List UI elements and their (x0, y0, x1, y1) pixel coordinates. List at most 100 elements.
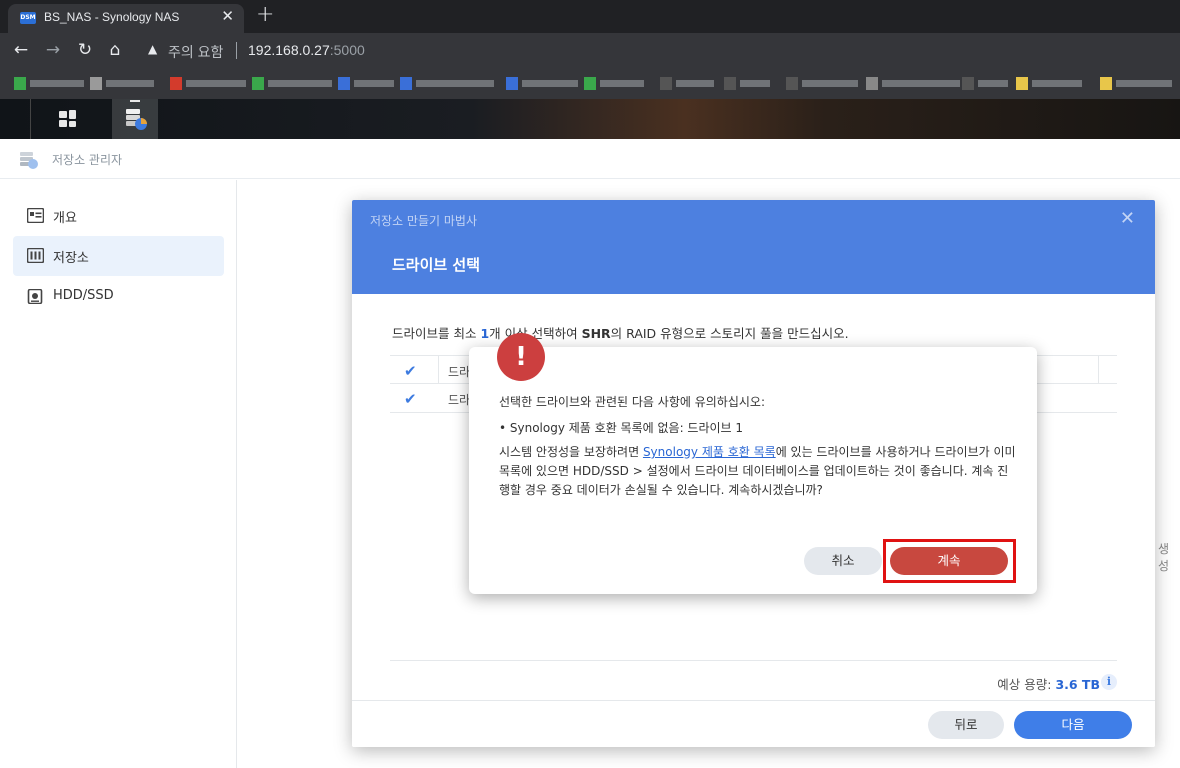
bookmark-icon (1016, 77, 1028, 90)
overview-icon (27, 208, 44, 223)
wizard-description: 드라이브를 최소 1개 이상 선택하여 SHR의 RAID 유형으로 스토리지 … (392, 323, 849, 342)
bookmark-icon (962, 77, 974, 90)
url-port: :5000 (329, 42, 365, 58)
address-bar[interactable]: ▲ 주의 요함 192.168.0.27:5000 (136, 37, 1176, 65)
capacity-label: 예상 용량: (997, 677, 1052, 692)
storage-manager-taskbar-button[interactable] (112, 99, 158, 139)
bookmark-label-blurred (106, 80, 154, 87)
bookmark-label-blurred (1116, 80, 1172, 87)
exclamation-icon: ! (497, 333, 545, 381)
bookmark-icon (252, 77, 264, 90)
url-text[interactable]: 192.168.0.27:5000 (248, 42, 365, 58)
bookmark-label-blurred (522, 80, 578, 87)
cancel-button[interactable]: 취소 (804, 547, 882, 575)
sidebar: 개요 저장소 HDD/SSD (0, 180, 237, 768)
wizard-step-title: 드라이브 선택 (392, 256, 481, 274)
browser-tab[interactable]: DSM BS_NAS - Synology NAS ✕ (8, 4, 244, 33)
tab-close-icon[interactable]: ✕ (221, 7, 234, 25)
bookmark-icon (400, 77, 412, 90)
bookmark-icon (584, 77, 596, 90)
warning-triangle-icon[interactable]: ▲ (148, 42, 157, 56)
url-host: 192.168.0.27 (248, 42, 330, 58)
dsm-taskbar (0, 99, 1180, 139)
bookmark-label-blurred (30, 80, 84, 87)
alert-body-prefix: 시스템 안정성을 보장하려면 (499, 445, 643, 459)
bookmark-icon (786, 77, 798, 90)
desc-prefix: 드라이브를 최소 (392, 326, 481, 341)
compatibility-list-link[interactable]: Synology 제품 호환 목록 (643, 445, 776, 459)
main-menu-button[interactable] (46, 99, 92, 139)
drive-checkbox[interactable]: ✔ (404, 390, 417, 408)
home-icon[interactable]: ⌂ (104, 39, 126, 61)
bookmark-label-blurred (882, 80, 960, 87)
bookmark-label-blurred (1032, 80, 1082, 87)
browser-tab-bar: DSM BS_NAS - Synology NAS ✕ + (0, 0, 1180, 33)
close-icon[interactable]: ✕ (1120, 208, 1135, 229)
forward-arrow-icon[interactable]: → (42, 39, 64, 61)
select-all-checkbox[interactable]: ✔ (404, 362, 417, 380)
alert-title: 선택한 드라이브와 관련된 다음 사항에 유의하십시오: (499, 395, 765, 409)
bookmark-icon (90, 77, 102, 90)
bookmark-icon (724, 77, 736, 90)
bookmark-label-blurred (740, 80, 770, 87)
bookmark-icon (1100, 77, 1112, 90)
bookmark-label-blurred (268, 80, 332, 87)
tab-title: BS_NAS - Synology NAS (44, 10, 180, 24)
column-divider (1098, 356, 1099, 384)
back-arrow-icon[interactable]: ← (10, 39, 32, 61)
security-warning-text[interactable]: 주의 요함 (168, 42, 223, 62)
bookmark-icon (660, 77, 672, 90)
desc-count: 1 (480, 326, 490, 341)
table-cell: 드라 (448, 393, 471, 407)
browser-toolbar: ← → ↻ ⌂ ▲ 주의 요함 192.168.0.27:5000 (0, 33, 1180, 69)
back-button[interactable]: 뒤로 (928, 711, 1004, 739)
column-divider (438, 356, 439, 384)
bookmark-label-blurred (416, 80, 494, 87)
wizard-app-title: 저장소 만들기 마법사 (370, 214, 477, 228)
next-button[interactable]: 다음 (1014, 711, 1132, 739)
sidebar-item-label: 개요 (53, 211, 77, 226)
bookmark-label-blurred (978, 80, 1008, 87)
bookmark-icon (338, 77, 350, 90)
sidebar-item-hdd-ssd[interactable]: HDD/SSD (13, 277, 224, 317)
info-icon[interactable]: i (1101, 674, 1117, 690)
new-tab-icon[interactable]: + (256, 2, 274, 27)
taskbar-divider (30, 99, 31, 139)
wizard-footer: 뒤로 다음 (352, 700, 1155, 747)
divider (390, 660, 1117, 661)
bookmark-label-blurred (354, 80, 394, 87)
alert-bullet: • Synology 제품 호환 목록에 없음: 드라이브 1 (499, 421, 744, 435)
desc-suffix: 의 RAID 유형으로 스토리지 풀을 만드십시오. (610, 326, 849, 341)
bookmark-label-blurred (186, 80, 246, 87)
reload-icon[interactable]: ↻ (74, 39, 96, 61)
app-title-bar: 저장소 관리자 (0, 139, 1180, 179)
capacity-value: 3.6 TB (1055, 677, 1100, 692)
bookmark-icon (866, 77, 878, 90)
bookmark-icon (14, 77, 26, 90)
hdd-icon (27, 289, 43, 304)
app-title: 저장소 관리자 (52, 153, 123, 167)
sidebar-item-label: 저장소 (53, 251, 89, 266)
dsm-favicon-icon: DSM (20, 12, 36, 24)
sidebar-item-label: HDD/SSD (53, 288, 114, 303)
storage-manager-icon (126, 100, 147, 130)
sidebar-item-storage[interactable]: 저장소 (13, 236, 224, 276)
bookmark-label-blurred (600, 80, 644, 87)
continue-button[interactable]: 계속 (890, 547, 1008, 575)
bookmark-label-blurred (802, 80, 858, 87)
table-header-cell: 드라 (448, 365, 471, 379)
warning-dialog: ! 선택한 드라이브와 관련된 다음 사항에 유의하십시오: • Synolog… (469, 333, 1037, 594)
alert-body: 시스템 안정성을 보장하려면 Synology 제품 호환 목록에 있는 드라이… (499, 443, 1017, 500)
bookmarks-bar (0, 69, 1180, 99)
storage-icon (27, 248, 44, 263)
storage-manager-icon (20, 152, 38, 169)
wizard-header: 저장소 만들기 마법사 ✕ 드라이브 선택 (352, 200, 1155, 294)
address-separator (236, 42, 237, 59)
estimated-capacity: 예상 용량: 3.6 TB (997, 674, 1100, 693)
main-menu-icon (59, 110, 76, 127)
sidebar-item-overview[interactable]: 개요 (13, 196, 224, 236)
bookmark-label-blurred (676, 80, 714, 87)
content-edge-text: 생성 (1158, 542, 1170, 573)
bookmark-icon (506, 77, 518, 90)
desc-raid: SHR (581, 326, 611, 341)
